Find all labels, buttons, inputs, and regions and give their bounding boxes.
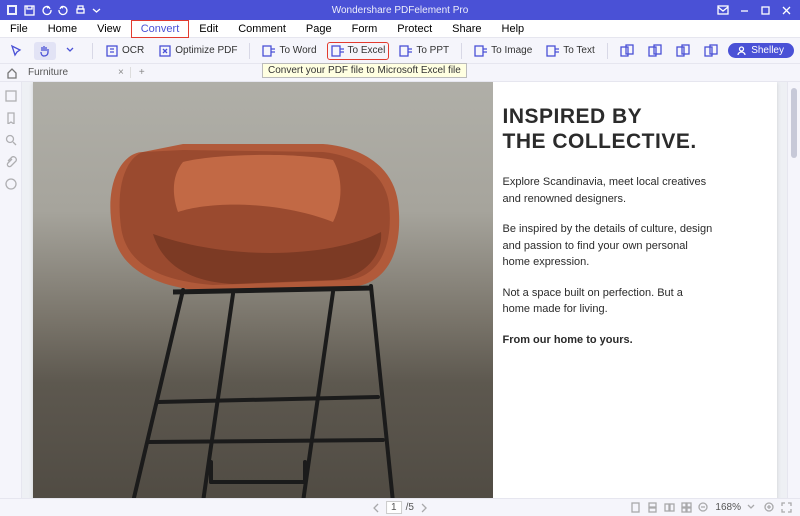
add-tab-button[interactable]: + (131, 67, 153, 78)
to-image-button[interactable]: To Image (470, 42, 536, 60)
menu-help[interactable]: Help (492, 20, 535, 38)
vertical-scrollbar[interactable] (787, 82, 800, 498)
combine-1-button[interactable] (616, 42, 638, 60)
zoom-value[interactable]: 168% (715, 502, 741, 513)
page-image (33, 82, 493, 498)
hand-tool[interactable] (34, 42, 56, 60)
left-panel (0, 82, 22, 498)
page-text: INSPIRED BYTHE COLLECTIVE. Explore Scand… (493, 82, 777, 498)
menu-view[interactable]: View (87, 20, 131, 38)
combine-2-button[interactable] (644, 42, 666, 60)
fullscreen-icon[interactable] (781, 502, 792, 513)
menu-comment[interactable]: Comment (228, 20, 296, 38)
combine-3-button[interactable] (672, 42, 694, 60)
page-total: /5 (406, 502, 414, 513)
toolbar: OCR Optimize PDF To Word To Excel To PPT… (0, 38, 800, 64)
view-single-icon[interactable] (630, 502, 641, 513)
attachments-icon[interactable] (5, 156, 17, 168)
menubar: File Home View Convert Edit Comment Page… (0, 20, 800, 38)
to-excel-button[interactable]: To Excel (327, 42, 390, 60)
home-icon[interactable] (6, 67, 18, 79)
menu-form[interactable]: Form (342, 20, 388, 38)
menu-file[interactable]: File (0, 20, 38, 38)
titlebar: Wondershare PDFelement Pro (0, 0, 800, 20)
tooltip: Convert your PDF file to Microsoft Excel… (262, 63, 467, 78)
menu-convert[interactable]: Convert (131, 20, 190, 38)
menu-protect[interactable]: Protect (387, 20, 442, 38)
menu-page[interactable]: Page (296, 20, 342, 38)
scrollbar-thumb[interactable] (791, 88, 797, 158)
view-facing-icon[interactable] (664, 502, 675, 513)
tab-label: Furniture (28, 67, 68, 78)
prev-page-icon[interactable] (371, 502, 382, 513)
next-page-icon[interactable] (418, 502, 429, 513)
page-paragraph: Explore Scandinavia, meet local creative… (503, 174, 713, 207)
menu-edit[interactable]: Edit (189, 20, 228, 38)
document-canvas[interactable]: INSPIRED BYTHE COLLECTIVE. Explore Scand… (22, 82, 787, 498)
combine-4-button[interactable] (700, 42, 722, 60)
zoom-out-icon[interactable] (698, 502, 709, 513)
view-continuous-icon[interactable] (647, 502, 658, 513)
menu-share[interactable]: Share (442, 20, 491, 38)
to-ppt-button[interactable]: To PPT (395, 42, 453, 60)
statusbar: 1 /5 168% (0, 498, 800, 516)
optimize-pdf-button[interactable]: Optimize PDF (154, 42, 241, 60)
ocr-button[interactable]: OCR (101, 42, 148, 60)
dropdown-tool[interactable] (62, 42, 84, 60)
comments-icon[interactable] (5, 178, 17, 190)
view-facing-continuous-icon[interactable] (681, 502, 692, 513)
search-icon[interactable] (5, 134, 17, 146)
page-paragraph: Be inspired by the details of culture, d… (503, 221, 713, 271)
to-word-button[interactable]: To Word (258, 42, 320, 60)
zoom-in-icon[interactable] (764, 502, 775, 513)
select-tool[interactable] (6, 42, 28, 60)
page-current[interactable]: 1 (386, 501, 402, 514)
page-heading: INSPIRED BYTHE COLLECTIVE. (503, 104, 753, 154)
user-pill[interactable]: Shelley (728, 43, 794, 58)
pager: 1 /5 (371, 501, 429, 514)
tab-furniture[interactable]: Furniture × (22, 67, 131, 78)
app-title: Wondershare PDFelement Pro (0, 5, 800, 16)
main-area: INSPIRED BYTHE COLLECTIVE. Explore Scand… (0, 82, 800, 498)
bookmarks-icon[interactable] (5, 112, 17, 124)
user-icon (736, 45, 747, 56)
page-paragraph: From our home to yours. (503, 332, 713, 349)
to-text-button[interactable]: To Text (542, 42, 599, 60)
menu-home[interactable]: Home (38, 20, 87, 38)
tab-close-icon[interactable]: × (118, 67, 124, 78)
thumbnails-icon[interactable] (5, 90, 17, 102)
page: INSPIRED BYTHE COLLECTIVE. Explore Scand… (33, 82, 777, 498)
zoom-dropdown-icon[interactable] (747, 502, 758, 513)
page-paragraph: Not a space built on perfection. But a h… (503, 285, 713, 318)
